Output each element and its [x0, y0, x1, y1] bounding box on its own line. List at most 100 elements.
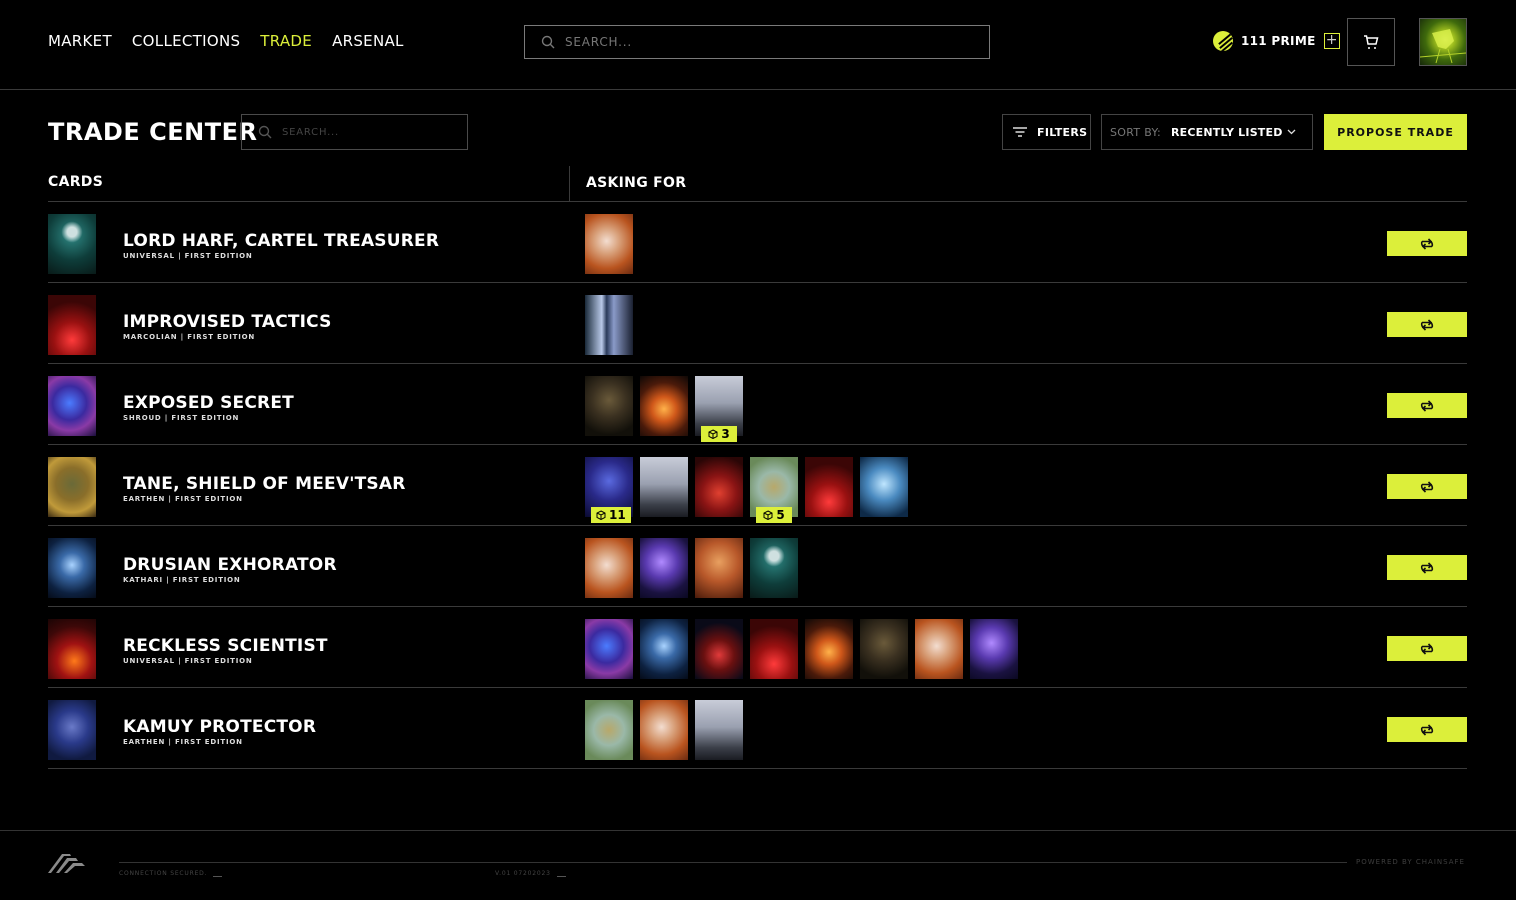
card-thumbnail[interactable]	[48, 295, 96, 355]
asking-card[interactable]	[970, 619, 1018, 679]
trade-button[interactable]	[1387, 312, 1467, 337]
asking-card[interactable]	[750, 619, 798, 679]
column-divider	[569, 166, 570, 202]
nav-link-trade[interactable]: TRADE	[260, 32, 312, 50]
trade-row: TANE, SHIELD OF MEEV'TSAR EARTHEN | FIRS…	[48, 445, 1467, 526]
card-name: IMPROVISED TACTICS	[123, 312, 332, 332]
quantity-value: 11	[609, 508, 626, 522]
trade-row: DRUSIAN EXHORATOR KATHARI | FIRST EDITIO…	[48, 526, 1467, 607]
asking-card[interactable]	[695, 619, 743, 679]
main-nav: MARKET COLLECTIONS TRADE ARSENAL	[48, 32, 404, 50]
asking-card[interactable]	[585, 619, 633, 679]
column-header-cards: CARDS	[48, 174, 104, 190]
app-version-text: V.01 07202023	[495, 870, 551, 877]
trade-row: KAMUY PROTECTOR EARTHEN | FIRST EDITION	[48, 688, 1467, 769]
column-header-asking-for: ASKING FOR	[586, 175, 687, 191]
user-avatar[interactable]	[1419, 18, 1467, 66]
sort-label: SORT BY:	[1110, 125, 1162, 139]
trade-row: EXPOSED SECRET SHROUD | FIRST EDITION 3	[48, 364, 1467, 445]
asking-card[interactable]: 5	[750, 457, 798, 523]
card-thumbnail[interactable]	[48, 619, 96, 679]
swap-arrows-icon	[1420, 723, 1434, 736]
card-thumbnail[interactable]	[48, 538, 96, 598]
trade-search-input[interactable]	[282, 126, 452, 138]
swap-arrows-icon	[1420, 561, 1434, 574]
asking-card[interactable]	[585, 214, 633, 274]
nav-link-market[interactable]: MARKET	[48, 32, 112, 50]
asking-card[interactable]	[695, 700, 743, 760]
asking-card[interactable]	[695, 457, 743, 517]
connection-status: CONNECTION SECURED.	[119, 870, 223, 877]
top-navigation: MARKET COLLECTIONS TRADE ARSENAL 111 PRI…	[0, 0, 1516, 90]
powered-by-link[interactable]: POWERED BY CHAINSAFE	[1356, 858, 1465, 866]
asking-card[interactable]	[860, 619, 908, 679]
card-name: KAMUY PROTECTOR	[123, 717, 317, 737]
cart-button[interactable]	[1347, 18, 1395, 66]
swap-arrows-icon	[1420, 399, 1434, 412]
asking-for-cards	[585, 700, 743, 760]
asking-for-cards	[585, 214, 633, 274]
asking-card[interactable]	[585, 295, 633, 355]
asking-card[interactable]	[585, 376, 633, 436]
card-name: LORD HARF, CARTEL TREASURER	[123, 231, 440, 251]
card-name: DRUSIAN EXHORATOR	[123, 555, 337, 575]
global-search-input[interactable]	[565, 35, 945, 49]
card-thumbnail[interactable]	[48, 376, 96, 436]
filters-button[interactable]: FILTERS	[1002, 114, 1091, 150]
cart-icon	[1364, 35, 1379, 49]
sort-dropdown[interactable]: SORT BY: RECENTLY LISTED	[1101, 114, 1313, 150]
quantity-value: 3	[721, 427, 730, 441]
asking-for-cards	[585, 619, 1018, 679]
global-search[interactable]	[524, 25, 990, 59]
propose-trade-button[interactable]: PROPOSE TRADE	[1324, 114, 1467, 150]
asking-card[interactable]	[640, 538, 688, 598]
connection-status-text: CONNECTION SECURED.	[119, 870, 208, 877]
trade-row: LORD HARF, CARTEL TREASURER UNIVERSAL | …	[48, 202, 1467, 283]
asking-card[interactable]: 3	[695, 376, 743, 442]
trade-button[interactable]	[1387, 393, 1467, 418]
card-faction-edition: MARCOLIAN | FIRST EDITION	[123, 333, 256, 341]
asking-card[interactable]	[750, 538, 798, 598]
asking-card[interactable]	[640, 376, 688, 436]
asking-card[interactable]	[585, 538, 633, 598]
cube-icon	[596, 510, 606, 520]
card-name: EXPOSED SECRET	[123, 393, 294, 413]
asking-card[interactable]	[805, 457, 853, 517]
card-faction-edition: EARTHEN | FIRST EDITION	[123, 738, 243, 746]
cube-icon	[708, 429, 718, 439]
trade-button[interactable]	[1387, 717, 1467, 742]
footer-divider	[0, 830, 1516, 831]
trade-button[interactable]	[1387, 231, 1467, 256]
card-thumbnail[interactable]	[48, 700, 96, 760]
asking-card[interactable]	[640, 457, 688, 517]
asking-card[interactable]: 11	[585, 457, 633, 523]
card-thumbnail[interactable]	[48, 457, 96, 517]
asking-card[interactable]	[860, 457, 908, 517]
trade-button[interactable]	[1387, 474, 1467, 499]
quantity-badge: 11	[591, 507, 631, 523]
asking-card[interactable]	[915, 619, 963, 679]
asking-for-cards	[585, 295, 633, 355]
card-thumbnail[interactable]	[48, 214, 96, 274]
trade-search[interactable]	[241, 114, 468, 150]
trade-button[interactable]	[1387, 555, 1467, 580]
swap-arrows-icon	[1420, 318, 1434, 331]
brand-logo-icon	[48, 854, 85, 873]
filters-label: FILTERS	[1037, 125, 1088, 139]
nav-link-collections[interactable]: COLLECTIONS	[132, 32, 240, 50]
asking-card[interactable]	[640, 700, 688, 760]
footer-rule	[119, 862, 1347, 863]
asking-for-cards	[585, 538, 798, 598]
plus-icon: +	[1325, 32, 1338, 48]
nav-link-arsenal[interactable]: ARSENAL	[332, 32, 404, 50]
page-title: TRADE CENTER	[48, 118, 258, 146]
asking-card[interactable]	[695, 538, 743, 598]
add-prime-button[interactable]: +	[1323, 32, 1340, 49]
swap-arrows-icon	[1420, 480, 1434, 493]
asking-card[interactable]	[585, 700, 633, 760]
card-faction-edition: KATHARI | FIRST EDITION	[123, 576, 241, 584]
app-version: V.01 07202023	[495, 870, 566, 877]
trade-button[interactable]	[1387, 636, 1467, 661]
asking-card[interactable]	[640, 619, 688, 679]
asking-card[interactable]	[805, 619, 853, 679]
